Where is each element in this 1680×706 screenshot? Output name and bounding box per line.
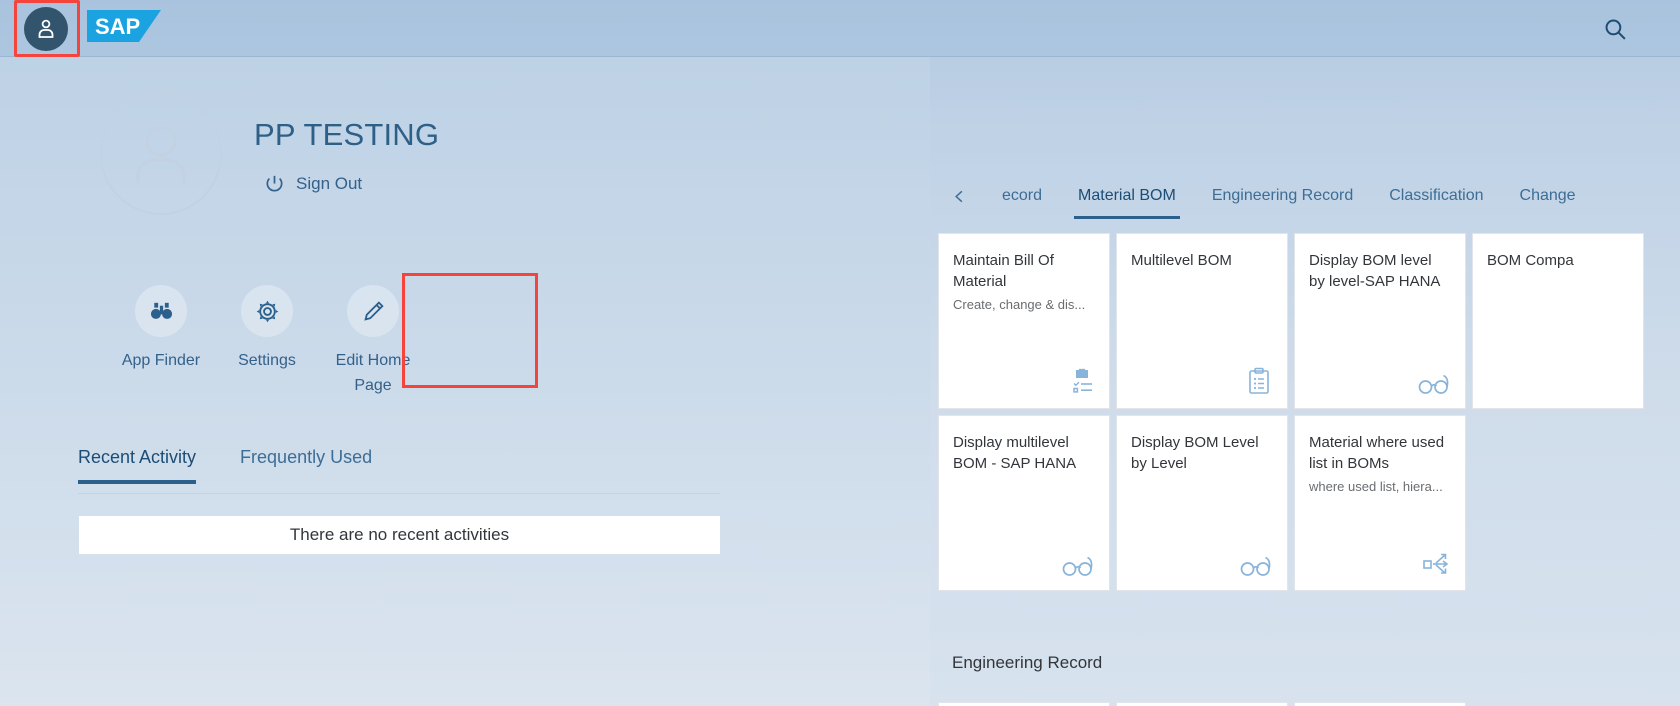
tile-subtitle: where used list, hiera... xyxy=(1309,478,1443,494)
user-avatar-icon xyxy=(38,19,54,38)
me-area-panel: PP TESTING Sign Out App Finder Settings … xyxy=(0,57,930,706)
home-page: ecord Material BOM Engineering Record Cl… xyxy=(930,57,1680,706)
pencil-icon xyxy=(347,285,399,337)
tile-title: Display BOM level by level-SAP HANA xyxy=(1309,252,1441,291)
tile-placeholder[interactable] xyxy=(1116,702,1288,706)
bom-list-icon xyxy=(1061,362,1095,396)
tile-placeholder[interactable] xyxy=(1294,702,1466,706)
nav-tab-material-bom[interactable]: Material BOM xyxy=(1060,187,1194,219)
tile-title: Display multilevel BOM - SAP HANA xyxy=(953,434,1077,473)
tile-title: Material where used list in BOMs xyxy=(1309,434,1445,473)
tile-row: Display multilevel BOM - SAP HANA Displa… xyxy=(938,415,1680,591)
section-title-engineering-record: Engineering Record xyxy=(952,653,1103,672)
sign-out-button[interactable]: Sign Out xyxy=(264,173,362,194)
tabs-divider xyxy=(78,493,720,494)
tile-display-bom-level-by-level-sap-hana[interactable]: Display BOM level by level-SAP HANA xyxy=(1294,233,1466,409)
edit-home-page-button[interactable]: Edit Home Page xyxy=(312,285,434,399)
branch-icon xyxy=(1417,544,1451,578)
binoculars-icon xyxy=(135,285,187,337)
search-icon xyxy=(1605,19,1626,40)
empty-state-text: There are no recent activities xyxy=(289,525,510,544)
home-nav-tabs: ecord Material BOM Engineering Record Cl… xyxy=(930,173,1594,219)
glasses-icon xyxy=(1061,544,1095,578)
tile-placeholder[interactable] xyxy=(938,702,1110,706)
app-finder-button[interactable]: App Finder xyxy=(100,285,222,374)
sap-logo: SAP xyxy=(87,10,161,42)
glasses-icon xyxy=(1417,362,1451,396)
tile-subtitle: Create, change & dis... xyxy=(953,296,1086,312)
tile-grid: Maintain Bill Of Material Create, change… xyxy=(938,233,1680,597)
glasses-icon xyxy=(1239,544,1273,578)
tab-frequently-used[interactable]: Frequently Used xyxy=(240,447,372,484)
nav-tab-engineering-record[interactable]: Engineering Record xyxy=(1194,187,1371,219)
tile-multilevel-bom[interactable]: Multilevel BOM xyxy=(1116,233,1288,409)
tile-title: Multilevel BOM xyxy=(1131,252,1232,269)
svg-text:SAP: SAP xyxy=(95,14,140,39)
avatar xyxy=(100,93,222,215)
page-title: PP TESTING xyxy=(254,117,440,152)
user-profile: PP TESTING Sign Out xyxy=(0,93,930,233)
tile-title: Display BOM Level by Level xyxy=(1131,434,1259,473)
me-area-actions: App Finder Settings Edit Home Page xyxy=(100,273,538,405)
gear-icon xyxy=(241,285,293,337)
clipboard-list-icon xyxy=(1239,362,1273,396)
search-button[interactable] xyxy=(1598,12,1632,46)
nav-tab-record[interactable]: ecord xyxy=(984,187,1060,219)
tile-material-where-used-list-in-boms[interactable]: Material where used list in BOMs where u… xyxy=(1294,415,1466,591)
power-icon xyxy=(266,175,283,192)
tile-title: BOM Compa xyxy=(1487,252,1574,269)
tab-recent-activity[interactable]: Recent Activity xyxy=(78,447,197,484)
sign-out-label: Sign Out xyxy=(296,173,363,193)
tile-title: Maintain Bill Of Material xyxy=(953,252,1054,291)
settings-button[interactable]: Settings xyxy=(206,285,328,374)
chevron-left-icon[interactable] xyxy=(942,179,976,213)
user-avatar-button[interactable] xyxy=(24,7,68,51)
recent-activity-empty-state: There are no recent activities xyxy=(79,516,720,554)
tile-display-multilevel-bom-sap-hana[interactable]: Display multilevel BOM - SAP HANA xyxy=(938,415,1110,591)
edit-home-page-label: Edit Home Page xyxy=(335,352,411,394)
nav-tab-classification[interactable]: Classification xyxy=(1371,187,1501,219)
tile-maintain-bill-of-material[interactable]: Maintain Bill Of Material Create, change… xyxy=(938,233,1110,409)
settings-label: Settings xyxy=(238,352,296,369)
app-finder-label: App Finder xyxy=(121,352,201,369)
recent-tabs: Recent Activity Frequently Used xyxy=(78,447,720,493)
tile-row: Maintain Bill Of Material Create, change… xyxy=(938,233,1680,409)
tile-display-bom-level-by-level[interactable]: Display BOM Level by Level xyxy=(1116,415,1288,591)
tile-bom-comparison[interactable]: BOM Compa xyxy=(1472,233,1644,409)
shell-header: SAP xyxy=(0,0,1680,57)
tile-row-next xyxy=(938,702,1466,706)
nav-tab-change[interactable]: Change xyxy=(1502,187,1594,219)
